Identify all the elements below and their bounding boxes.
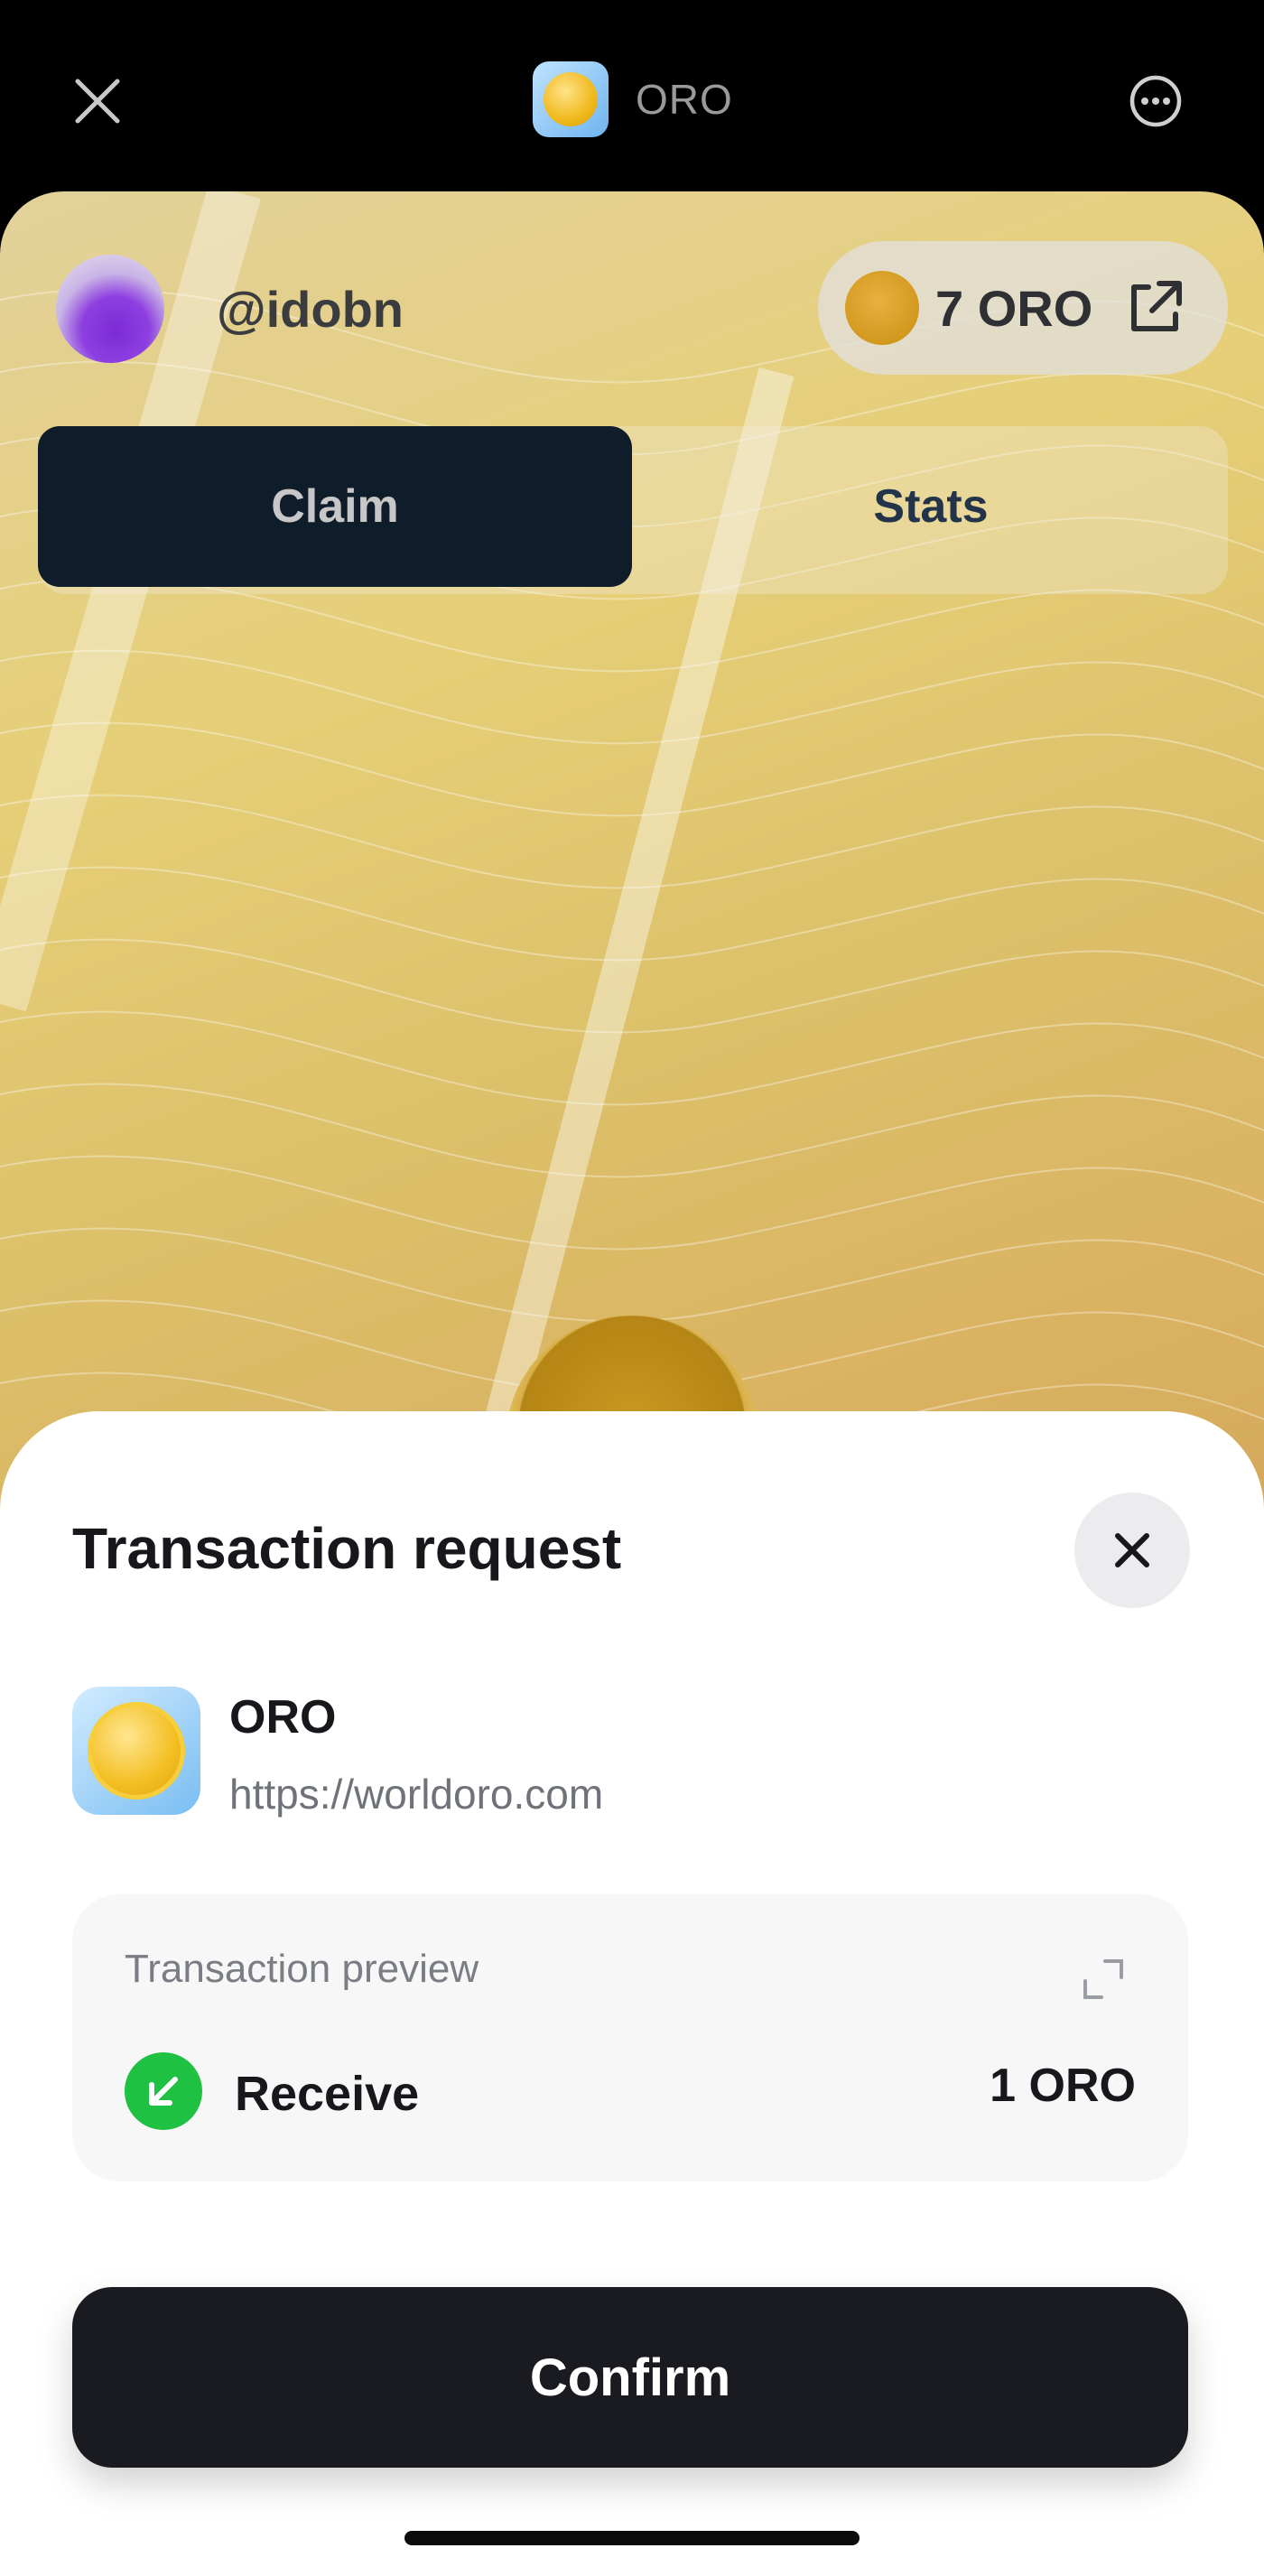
- balance-amount: 7 ORO: [935, 279, 1093, 337]
- oro-app-icon: [533, 61, 609, 137]
- confirm-button[interactable]: Confirm: [72, 2287, 1188, 2468]
- preview-label: Transaction preview: [125, 1947, 479, 1991]
- receive-amount: 1 ORO: [990, 2060, 1136, 2112]
- transaction-preview: Transaction preview Receive 1 ORO: [72, 1894, 1188, 2181]
- close-icon: [1115, 1533, 1149, 1567]
- tab-stats[interactable]: Stats: [634, 426, 1228, 587]
- receive-icon: [125, 2052, 202, 2130]
- close-icon[interactable]: [70, 74, 125, 128]
- arrow-down-left-icon: [149, 2077, 178, 2106]
- requesting-app-url: https://worldoro.com: [229, 1771, 604, 1818]
- external-link-icon: [1131, 281, 1183, 331]
- home-indicator: [404, 2531, 860, 2545]
- avatar[interactable]: [56, 255, 164, 363]
- requesting-app-name: ORO: [229, 1691, 337, 1744]
- tab-bar: Claim Stats: [38, 426, 1228, 594]
- user-row: @idobn: [56, 255, 404, 363]
- sheet-title: Transaction request: [72, 1516, 622, 1581]
- requesting-app: ORO https://worldoro.com: [72, 1687, 603, 1818]
- app-title-text: ORO: [636, 76, 733, 123]
- top-app-bar: ORO: [0, 0, 1264, 194]
- oro-app-icon: [72, 1687, 200, 1815]
- more-icon[interactable]: [1129, 74, 1183, 128]
- transaction-sheet: Transaction request ORO https://worldoro…: [0, 1411, 1264, 2576]
- balance-pill[interactable]: 7 ORO: [818, 241, 1228, 375]
- expand-icon[interactable]: [1082, 1958, 1125, 2001]
- sheet-close-button[interactable]: [1074, 1493, 1190, 1608]
- coin-icon: [845, 271, 919, 345]
- username: @idobn: [217, 280, 404, 338]
- tab-claim[interactable]: Claim: [38, 426, 632, 587]
- receive-label: Receive: [235, 2067, 420, 2121]
- app-title: ORO: [533, 61, 733, 137]
